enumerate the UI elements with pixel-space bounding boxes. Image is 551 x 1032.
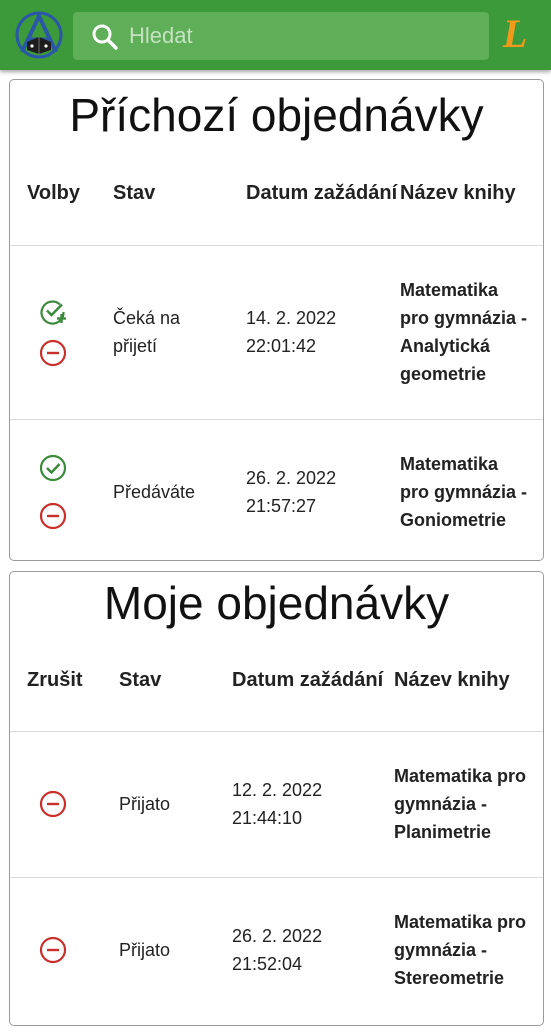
my-orders-table: Zrušit Stav Datum zažádání Název knihy P… [10,631,543,1023]
row-date-time: 22:01:42 [246,336,317,356]
row-date: 14. 2. 2022 22:01:42 [246,245,400,419]
column-header-date: Datum zažádání [246,182,398,205]
row-date-time: 21:57:27 [246,496,317,517]
row-date-time: 21:44:10 [232,808,303,828]
school-logo-icon[interactable] [14,8,64,60]
row-date-day: 14. 2. 2022 [246,308,337,328]
row-date: 26. 2. 2022 21:52:04 [232,877,394,1023]
column-header-cancel: Zrušit [27,669,83,692]
row-date-time: 21:52:04 [232,954,303,975]
row-status: Předáváte [113,482,196,503]
my-orders-card: Moje objednávky Zrušit Stav Datum zažádá… [9,571,544,1026]
row-actions [10,877,119,1023]
incoming-orders-card: Příchozí objednávky Volby Stav Datum zaž… [9,79,544,561]
accept-add-icon[interactable] [38,296,68,326]
row-date: 12. 2. 2022 21:44:10 [232,731,394,877]
table-row: Přijato 12. 2. 2022 21:44:10 Matematika … [10,731,543,877]
row-date-day: 12. 2. 2022 [232,780,323,800]
row-date: 26. 2. 2022 21:57:27 [246,419,400,560]
table-row: Čeká na přijetí 14. 2. 2022 22:01:42 Mat… [10,245,543,419]
row-book-title: Matematika pro gymnázia - Stereometrie [394,912,527,989]
column-header-status: Stav [113,182,156,205]
row-date-day: 26. 2. 2022 [246,468,337,489]
row-date-day: 26. 2. 2022 [232,926,323,947]
table-row: Předáváte 26. 2. 2022 21:57:27 Matematik… [10,419,543,560]
my-orders-title: Moje objednávky [103,577,450,629]
row-book-title: Matematika pro gymnázia - Planimetrie [394,766,527,842]
user-badge[interactable]: L [498,12,532,56]
column-header-book: Název knihy [394,669,510,692]
search-input[interactable] [129,12,469,60]
column-header-status: Stav [119,669,162,692]
table-row: Přijato 26. 2. 2022 21:52:04 Matematika … [10,877,543,1023]
row-status: Čeká na přijetí [113,308,181,356]
column-header-actions: Volby [27,182,80,205]
row-status: Přijato [119,940,171,961]
column-header-date: Datum zažádání [232,669,384,692]
column-header-book: Název knihy [400,182,516,205]
row-actions [10,419,113,560]
search-icon [91,23,119,51]
row-book-title: Matematika pro gymnázia - Analytická geo… [400,280,528,384]
row-actions [10,245,113,419]
confirm-icon[interactable] [38,453,68,483]
cancel-icon[interactable] [38,789,68,819]
row-actions [10,731,119,877]
cancel-icon[interactable] [38,935,68,965]
row-status: Přijato [119,794,171,814]
row-book-title: Matematika pro gymnázia - Goniometrie [400,454,528,531]
incoming-orders-table: Volby Stav Datum zažádání Název knihy Če… [10,143,543,560]
top-app-bar: L [0,0,551,70]
cancel-icon[interactable] [38,338,68,368]
incoming-orders-title: Příchozí objednávky [69,89,484,141]
search-box[interactable] [73,12,489,60]
cancel-icon[interactable] [38,501,68,531]
